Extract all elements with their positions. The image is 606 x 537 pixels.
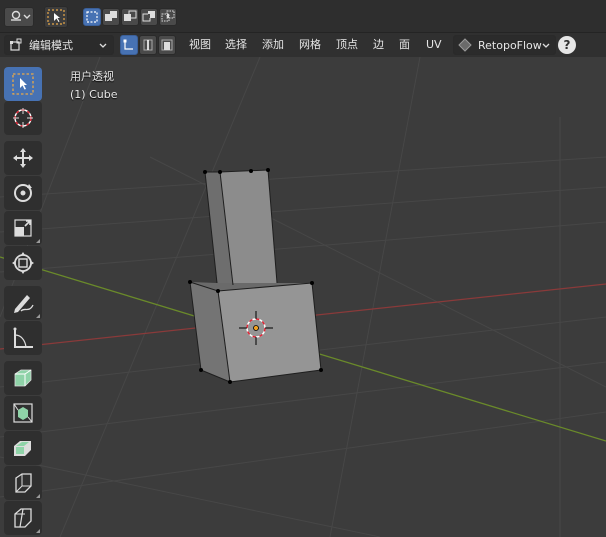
tool-scale[interactable] bbox=[4, 211, 42, 245]
cube-mesh[interactable] bbox=[188, 168, 323, 384]
tool-select-box[interactable] bbox=[4, 67, 42, 101]
selection-new-icon bbox=[86, 11, 98, 23]
selection-subtract-icon bbox=[124, 10, 137, 21]
scale-icon bbox=[14, 219, 32, 237]
add-cube-icon bbox=[14, 369, 32, 387]
submenu-corner bbox=[36, 529, 40, 533]
selection-subtract-button[interactable] bbox=[121, 8, 139, 26]
vertex-select-button[interactable] bbox=[120, 35, 138, 55]
chevron-down-icon bbox=[99, 43, 107, 48]
selection-difference-icon bbox=[142, 11, 155, 22]
submenu-corner bbox=[36, 239, 40, 243]
chevron-down-icon bbox=[542, 43, 550, 48]
top-header bbox=[0, 0, 606, 33]
tool-transform[interactable] bbox=[4, 246, 42, 280]
object-origin bbox=[253, 325, 259, 331]
tool-inset-faces[interactable] bbox=[4, 431, 42, 465]
extrude-region-icon bbox=[13, 403, 33, 423]
tool-bevel[interactable] bbox=[4, 466, 42, 500]
help-icon: ? bbox=[563, 38, 571, 52]
select-box-icon bbox=[47, 9, 65, 25]
tool-rotate[interactable] bbox=[4, 176, 42, 210]
menu-vertex[interactable]: 顶点 bbox=[334, 36, 360, 54]
menu-select[interactable]: 选择 bbox=[223, 36, 249, 54]
cursor-icon bbox=[13, 108, 33, 128]
tool-cursor[interactable] bbox=[4, 101, 42, 135]
select-mode-button[interactable] bbox=[44, 6, 68, 28]
view-name: 用户透视 bbox=[70, 70, 114, 83]
annotate-icon bbox=[14, 295, 34, 313]
viewport-header: 编辑模式 视图 选择 添加 网格 顶点 边 面 UV RetopoFlow ? bbox=[0, 33, 606, 57]
selection-intersect-button[interactable] bbox=[159, 8, 177, 26]
retopoflow-menu[interactable]: RetopoFlow bbox=[453, 35, 556, 55]
selection-extend-button[interactable] bbox=[102, 8, 120, 26]
mode-selector[interactable]: 编辑模式 bbox=[4, 35, 114, 55]
edit-mode-icon bbox=[10, 38, 22, 51]
object-label: (1) Cube bbox=[70, 88, 118, 101]
help-button[interactable]: ? bbox=[558, 36, 576, 54]
lower-block-front-face bbox=[218, 283, 321, 382]
menu-mesh[interactable]: 网格 bbox=[297, 36, 323, 54]
inset-faces-icon bbox=[14, 441, 31, 456]
selection-new-button[interactable] bbox=[83, 8, 101, 26]
tool-annotate[interactable] bbox=[4, 286, 42, 320]
tool-measure[interactable] bbox=[4, 321, 42, 355]
rotate-icon bbox=[14, 184, 32, 202]
select-box-icon bbox=[12, 73, 34, 95]
vertex-select-icon bbox=[123, 39, 133, 50]
menu-face[interactable]: 面 bbox=[397, 36, 412, 54]
editor-type-icon bbox=[11, 10, 31, 21]
loop-cut-icon bbox=[14, 508, 32, 528]
menu-edge[interactable]: 边 bbox=[371, 36, 386, 54]
tool-add-cube[interactable] bbox=[4, 361, 42, 395]
face-select-icon bbox=[161, 39, 173, 51]
tool-extrude-region[interactable] bbox=[4, 396, 42, 430]
menu-add[interactable]: 添加 bbox=[260, 36, 286, 54]
tool-move[interactable] bbox=[4, 141, 42, 175]
mode-label: 编辑模式 bbox=[29, 39, 73, 52]
selection-difference-button[interactable] bbox=[140, 8, 158, 26]
move-icon bbox=[13, 148, 33, 168]
retopoflow-icon bbox=[458, 38, 472, 52]
submenu-corner bbox=[36, 494, 40, 498]
menu-view[interactable]: 视图 bbox=[187, 36, 213, 54]
edge-select-icon bbox=[143, 39, 153, 51]
3d-viewport[interactable]: 用户透视 (1) Cube bbox=[0, 57, 606, 537]
submenu-corner bbox=[36, 314, 40, 318]
menu-uv[interactable]: UV bbox=[424, 36, 444, 54]
bevel-icon bbox=[15, 473, 32, 493]
selection-intersect-icon bbox=[161, 10, 175, 22]
tool-loop-cut[interactable] bbox=[4, 501, 42, 535]
edge-select-button[interactable] bbox=[139, 35, 157, 55]
retopoflow-label: RetopoFlow bbox=[478, 38, 542, 52]
face-select-button[interactable] bbox=[158, 35, 176, 55]
transform-icon bbox=[12, 252, 34, 274]
measure-icon bbox=[13, 327, 33, 348]
selection-extend-icon bbox=[105, 11, 117, 21]
viewport-scene[interactable] bbox=[0, 57, 606, 537]
editor-type-button[interactable] bbox=[4, 7, 34, 27]
